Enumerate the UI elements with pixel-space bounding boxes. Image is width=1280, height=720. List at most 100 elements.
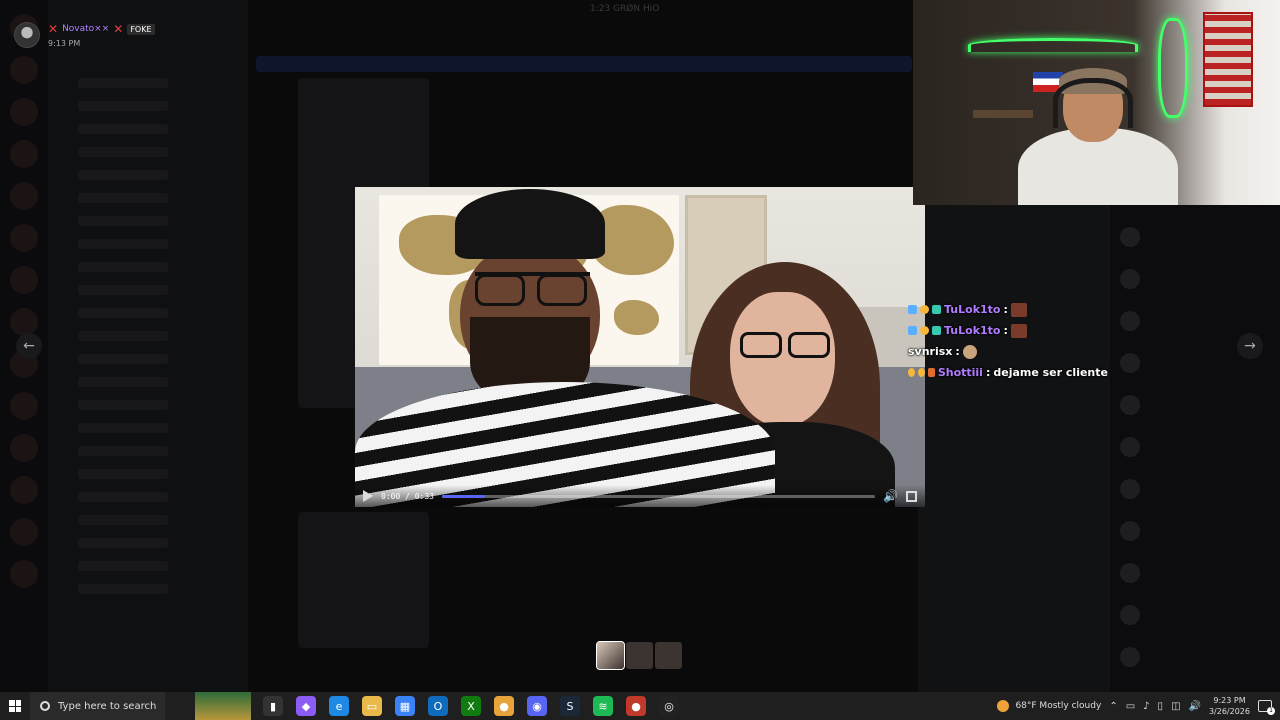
chat-username[interactable]: TuLok1to <box>944 324 1000 337</box>
weather-icon <box>997 700 1010 712</box>
vip-badge-icon <box>932 305 941 314</box>
volume-icon[interactable]: 🔊 <box>1189 701 1201 712</box>
message-image[interactable] <box>298 512 429 648</box>
pinned-apps: ▮ ◆ e ▭ ▦ O X ● ◉ S ≋ ● ◎ <box>263 696 679 716</box>
close-icon: ✕ <box>113 22 124 36</box>
emote-icon <box>962 344 977 359</box>
bits-badge-icon <box>920 305 929 314</box>
weather-text: 68°F Mostly cloudy <box>1015 701 1102 711</box>
seek-bar[interactable] <box>441 494 876 498</box>
battery-icon[interactable]: ▯ <box>1158 701 1164 712</box>
outlook-icon[interactable]: O <box>428 696 448 716</box>
server-icon[interactable] <box>10 182 38 210</box>
avatar <box>14 22 40 48</box>
bits-badge-icon <box>908 368 915 377</box>
clan-tag: FOKE <box>127 23 155 35</box>
store-icon[interactable]: ▦ <box>395 696 415 716</box>
chat-username[interactable]: svnrisx <box>908 345 952 358</box>
streamer-webcam <box>913 0 1280 205</box>
search-placeholder: Type here to search <box>58 700 157 712</box>
play-button[interactable] <box>363 490 373 502</box>
emote-icon <box>1010 302 1027 317</box>
screen: ✕ Novato×× ✕ FOKE 9:13 PM 1:23 GRØN HiO … <box>0 0 1280 720</box>
xbox-icon[interactable]: X <box>461 696 481 716</box>
arrow-left-icon: ← <box>23 338 35 354</box>
server-icon[interactable] <box>10 308 38 336</box>
media-thumbnails <box>596 641 682 670</box>
member-list <box>1110 205 1280 692</box>
volume-icon[interactable]: 🔊 <box>883 489 898 503</box>
server-icon[interactable] <box>10 560 38 588</box>
task-view-icon[interactable]: ▮ <box>263 696 283 716</box>
video-controls: 0:00 / 0:33 🔊 <box>355 485 925 507</box>
taskbar: Type here to search ▮ ◆ e ▭ ▦ O X ● ◉ S ≋ ● ◎ 68°F M… <box>0 692 1280 720</box>
windows-icon <box>9 700 21 712</box>
video-player[interactable]: 0:00 / 0:33 🔊 <box>355 187 925 507</box>
server-icon[interactable] <box>10 266 38 294</box>
start-button[interactable] <box>0 692 30 720</box>
arrow-right-icon: → <box>1244 338 1256 354</box>
server-icon[interactable] <box>10 140 38 168</box>
chat-message: svnrisx : <box>908 341 1108 362</box>
microphone-icon[interactable]: ♪ <box>1143 701 1149 712</box>
server-icon[interactable] <box>10 224 38 252</box>
server-icon[interactable] <box>10 434 38 462</box>
video-time: 0:00 / 0:33 <box>381 491 434 501</box>
sub-badge-icon <box>908 326 917 335</box>
obs-icon[interactable]: ◎ <box>659 696 679 716</box>
window-title: 1:23 GRØN HiO <box>590 4 660 14</box>
discord-icon[interactable]: ◉ <box>527 696 547 716</box>
chat-message: TuLok1to : <box>908 299 1108 320</box>
close-icon: ✕ <box>48 22 59 36</box>
search-highlight-image[interactable] <box>195 692 251 720</box>
thumbnail-image[interactable] <box>655 642 682 669</box>
weather-widget[interactable]: 68°F Mostly cloudy <box>997 700 1101 712</box>
notification-icon[interactable]: 1 <box>1258 700 1275 715</box>
stream-chat: TuLok1to : TuLok1to : svnrisx : Shottiii… <box>908 299 1108 383</box>
video-frame <box>355 187 925 507</box>
chat-username[interactable]: TuLok1to <box>944 303 1000 316</box>
network-icon[interactable]: ◫ <box>1171 701 1180 712</box>
bits-badge-icon <box>920 326 929 335</box>
server-icon[interactable] <box>10 392 38 420</box>
next-media-button[interactable]: → <box>1237 333 1263 359</box>
chat-message: TuLok1to : <box>908 320 1108 341</box>
chrome-profile-icon[interactable]: ● <box>626 696 646 716</box>
voice-user-overlay: ✕ Novato×× ✕ FOKE 9:13 PM <box>14 22 155 48</box>
taskbar-search[interactable]: Type here to search <box>30 692 165 720</box>
fullscreen-icon[interactable] <box>906 490 917 502</box>
copilot-icon[interactable]: ◆ <box>296 696 316 716</box>
spotify-icon[interactable]: ≋ <box>593 696 613 716</box>
thumbnail-video[interactable] <box>596 641 625 670</box>
search-icon <box>40 701 50 711</box>
prime-badge-icon <box>917 368 925 377</box>
server-icon[interactable] <box>10 98 38 126</box>
vip-badge-icon <box>932 326 941 335</box>
clock[interactable]: 9:23 PM 3/26/2026 <box>1209 695 1250 717</box>
server-icon[interactable] <box>10 476 38 504</box>
system-tray: 68°F Mostly cloudy ⌃ ▭ ♪ ▯ ◫ 🔊 9:23 PM 3… <box>997 692 1280 720</box>
chat-username[interactable]: Shottiii <box>938 366 983 379</box>
chevron-up-icon[interactable]: ⌃ <box>1109 701 1117 712</box>
clock-time: 9:23 PM <box>1213 696 1246 705</box>
thumbnail-image[interactable] <box>626 642 653 669</box>
sub-badge-icon <box>908 305 917 314</box>
emote-icon <box>1010 323 1027 338</box>
channel-list <box>48 0 248 692</box>
timestamp: 9:13 PM <box>48 39 81 48</box>
notification-count: 1 <box>1267 707 1275 715</box>
clock-date: 3/26/2026 <box>1208 707 1250 716</box>
chat-text: dejame ser cliente <box>993 366 1108 379</box>
steam-icon[interactable]: S <box>560 696 580 716</box>
previous-media-button[interactable]: ← <box>16 333 42 359</box>
chat-message: Shottiii : dejame ser cliente <box>908 362 1108 383</box>
chrome-icon[interactable]: ● <box>494 696 514 716</box>
file-explorer-icon[interactable]: ▭ <box>362 696 382 716</box>
gift-badge-icon <box>927 368 935 377</box>
server-icon[interactable] <box>10 56 38 84</box>
display-icon[interactable]: ▭ <box>1126 701 1135 712</box>
server-icon[interactable] <box>10 518 38 546</box>
new-messages-bar[interactable] <box>256 56 912 72</box>
edge-icon[interactable]: e <box>329 696 349 716</box>
seek-bar-buffered <box>441 494 486 498</box>
